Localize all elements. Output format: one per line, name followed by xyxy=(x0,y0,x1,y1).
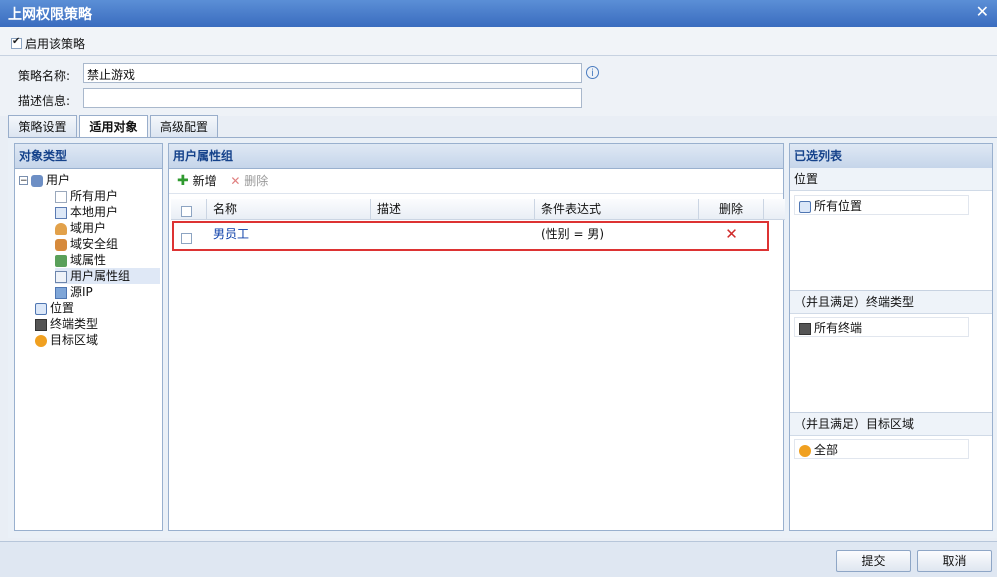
tree-node-label: 本地用户 xyxy=(70,205,119,219)
dialog-footer: 提交 取消 xyxy=(0,541,997,577)
domain-attribute-icon xyxy=(55,254,67,267)
tree-node-user[interactable]: − 用户 xyxy=(19,172,70,188)
submit-button[interactable]: 提交 xyxy=(836,550,911,572)
header-select-all[interactable] xyxy=(171,199,207,219)
tree-node-user-attribute-group[interactable]: 用户属性组 xyxy=(55,268,160,284)
enable-policy-label: 启用该策略 xyxy=(25,37,86,51)
tree-node-location[interactable]: 位置 xyxy=(35,300,74,316)
column-name[interactable]: 名称 xyxy=(207,199,371,219)
enable-bar: 启用该策略 xyxy=(0,27,997,56)
description-label: 描述信息: xyxy=(18,94,71,108)
tab-content: 对象类型 − 用户 所有用户 本地用户 域用户 域安全组 域属性 用户属性组 源I… xyxy=(8,137,997,538)
cancel-button[interactable]: 取消 xyxy=(917,550,992,572)
enable-policy-checkbox[interactable]: 启用该策略 xyxy=(8,35,85,52)
policy-name-label: 策略名称: xyxy=(18,69,71,83)
object-type-panel: 对象类型 − 用户 所有用户 本地用户 域用户 域安全组 域属性 用户属性组 源I… xyxy=(14,143,163,531)
tree-node-local-users[interactable]: 本地用户 xyxy=(55,204,118,220)
policy-form: 策略名称: 禁止游戏 i 描述信息: xyxy=(0,56,997,116)
selected-section-target-zone: （并且满足）目标区域 全部 xyxy=(790,412,992,530)
info-icon[interactable]: i xyxy=(586,66,599,79)
policy-name-input[interactable]: 禁止游戏 xyxy=(83,63,582,83)
tree-node-target-zone[interactable]: 目标区域 xyxy=(35,332,98,348)
terminal-icon xyxy=(799,322,811,335)
user-attribute-group-panel: 用户属性组 ✚ 新增 ✕ 删除 名称 描述 条件表达式 删除 男员工 (性别 =… xyxy=(168,143,785,531)
collapse-icon[interactable]: − xyxy=(19,176,28,186)
target-zone-icon xyxy=(799,444,811,457)
selected-section-terminal: （并且满足）终端类型 所有终端 xyxy=(790,290,992,410)
tree-node-label: 用户 xyxy=(46,173,71,187)
tree-node-label: 源IP xyxy=(70,285,93,299)
location-icon xyxy=(799,200,811,213)
tree-node-domain-users[interactable]: 域用户 xyxy=(55,220,106,236)
item-label: 所有位置 xyxy=(814,199,863,213)
tree-node-label: 域用户 xyxy=(70,221,107,235)
tab-applicable-objects[interactable]: 适用对象 xyxy=(79,115,148,138)
tree-node-label: 位置 xyxy=(50,301,75,315)
delete-label: 删除 xyxy=(244,174,269,188)
tree-node-label: 用户属性组 xyxy=(70,269,131,283)
tab-advanced-config[interactable]: 高级配置 xyxy=(150,115,218,137)
attribute-toolbar: ✚ 新增 ✕ 删除 xyxy=(169,169,783,194)
tree-node-all-users[interactable]: 所有用户 xyxy=(55,188,118,204)
selected-section-location: 位置 所有位置 xyxy=(790,168,992,288)
security-group-icon xyxy=(55,238,67,251)
item-label: 所有终端 xyxy=(814,321,863,335)
tree-node-label: 域安全组 xyxy=(70,237,119,251)
delete-icon: ✕ xyxy=(230,174,241,188)
tree-node-domain-attribute[interactable]: 域属性 xyxy=(55,252,106,268)
tab-policy-settings[interactable]: 策略设置 xyxy=(8,115,77,137)
source-ip-icon xyxy=(55,286,67,299)
section-title: （并且满足）终端类型 xyxy=(790,290,992,314)
column-description[interactable]: 描述 xyxy=(371,199,535,219)
domain-user-icon xyxy=(55,222,67,235)
add-label: 新增 xyxy=(192,174,217,188)
plus-icon: ✚ xyxy=(177,173,189,189)
window-titlebar: 上网权限策略 ✕ xyxy=(0,0,997,27)
tree-node-label: 目标区域 xyxy=(50,333,99,347)
local-user-icon xyxy=(55,206,67,219)
checkbox-icon[interactable] xyxy=(11,36,22,49)
selected-list-panel: 已选列表 位置 所有位置 （并且满足）终端类型 所有终端 （并且满足）目标区域 … xyxy=(789,143,993,531)
tree-node-source-ip[interactable]: 源IP xyxy=(55,284,93,300)
highlight-box xyxy=(172,221,769,251)
tree-node-label: 域属性 xyxy=(70,253,107,267)
checkbox-icon[interactable] xyxy=(181,206,192,217)
tree-node-label: 所有用户 xyxy=(70,189,119,203)
delete-button[interactable]: ✕ 删除 xyxy=(230,174,268,188)
user-attribute-group-title: 用户属性组 xyxy=(169,144,783,169)
selected-item-all-zones[interactable]: 全部 xyxy=(794,439,969,459)
selected-list-title: 已选列表 xyxy=(790,144,992,169)
tree-node-label: 终端类型 xyxy=(50,317,99,331)
attribute-group-icon xyxy=(55,270,67,283)
add-button[interactable]: ✚ 新增 xyxy=(177,173,217,189)
description-input[interactable] xyxy=(83,88,582,108)
section-title: 位置 xyxy=(790,168,992,191)
column-condition[interactable]: 条件表达式 xyxy=(535,199,699,219)
object-type-title: 对象类型 xyxy=(15,144,162,169)
tree-node-terminal-type[interactable]: 终端类型 xyxy=(35,316,98,332)
terminal-icon xyxy=(35,318,47,331)
close-icon[interactable]: ✕ xyxy=(976,2,989,21)
grid-header: 名称 描述 条件表达式 删除 xyxy=(171,199,785,220)
target-zone-icon xyxy=(35,334,47,347)
window-title: 上网权限策略 xyxy=(8,7,92,23)
location-icon xyxy=(35,302,47,315)
section-title: （并且满足）目标区域 xyxy=(790,412,992,436)
column-delete[interactable]: 删除 xyxy=(699,199,764,219)
selected-item-all-terminals[interactable]: 所有终端 xyxy=(794,317,969,337)
all-users-icon xyxy=(55,190,67,203)
tree-node-domain-security-group[interactable]: 域安全组 xyxy=(55,236,118,252)
item-label: 全部 xyxy=(814,443,839,457)
selected-item-all-locations[interactable]: 所有位置 xyxy=(794,195,969,215)
user-group-icon xyxy=(31,174,43,187)
